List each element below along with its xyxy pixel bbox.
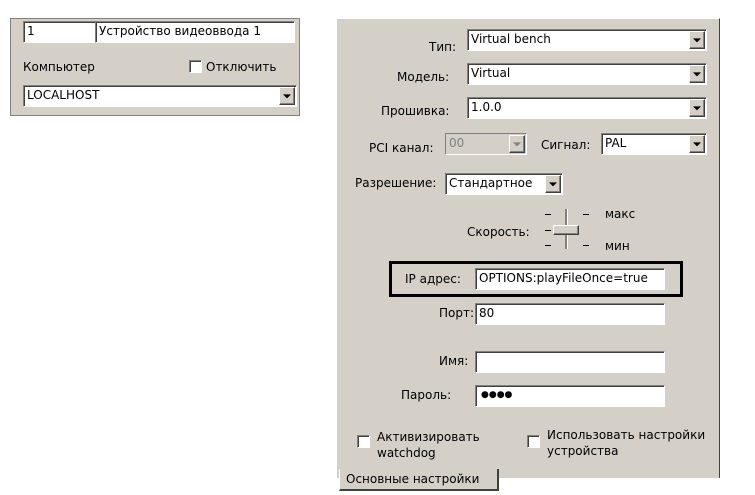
model-select[interactable]: Virtual: [467, 63, 707, 85]
chevron-down-icon: [693, 38, 701, 43]
speed-tick-bottom-right: [583, 245, 589, 246]
port-label: Порт:: [439, 306, 475, 320]
resolution-select-button[interactable]: [545, 175, 561, 193]
settings-panel: Тип: Virtual bench Модель: Virtual Проши…: [336, 18, 720, 491]
device-id-field[interactable]: 1: [23, 21, 99, 43]
disable-checkbox[interactable]: [189, 60, 202, 73]
speed-tick-top-right: [583, 214, 589, 215]
device-settings-label-1: Использовать настройки: [547, 428, 706, 442]
pci-select: 00: [445, 133, 527, 155]
tab-main-settings[interactable]: Основные настройки: [339, 469, 499, 491]
ip-label: IP адрес:: [405, 272, 461, 286]
speed-tick-bottom: [545, 245, 551, 246]
signal-select[interactable]: PAL: [601, 133, 707, 155]
speed-min-label: мин: [605, 239, 630, 253]
type-select[interactable]: Virtual bench: [467, 29, 707, 51]
model-label: Модель:: [397, 70, 450, 84]
signal-label: Сигнал:: [541, 138, 591, 152]
watchdog-label-2: watchdog: [377, 446, 436, 460]
computer-select[interactable]: LOCALHOST: [23, 85, 297, 107]
chevron-down-icon: [283, 94, 291, 99]
model-select-button[interactable]: [689, 65, 705, 83]
speed-tick-top: [545, 214, 551, 215]
chevron-down-icon: [693, 142, 701, 147]
firmware-select-button[interactable]: [689, 99, 705, 117]
password-label: Пароль:: [401, 388, 452, 402]
speed-slider[interactable]: [543, 205, 607, 253]
speed-label: Скорость:: [467, 225, 530, 239]
device-panel: 1 Устройство видеоввода 1 Компьютер Откл…: [10, 18, 300, 116]
computer-select-button[interactable]: [279, 87, 295, 105]
computer-select-value: LOCALHOST: [27, 88, 100, 102]
ip-address-value: OPTIONS:playFileOnce=true: [479, 271, 648, 285]
device-id-value: 1: [27, 24, 35, 38]
resolution-label: Разрешение:: [355, 176, 437, 190]
speed-max-label: макс: [605, 207, 636, 221]
password-field[interactable]: ●●●●: [475, 385, 665, 407]
computer-label: Компьютер: [23, 60, 95, 74]
signal-select-button[interactable]: [689, 135, 705, 153]
speed-slider-thumb[interactable]: [553, 225, 579, 235]
type-label: Тип:: [429, 40, 457, 54]
port-field[interactable]: 80: [475, 303, 665, 325]
chevron-down-icon: [693, 106, 701, 111]
disable-label: Отключить: [206, 60, 277, 74]
model-select-value: Virtual: [471, 66, 511, 80]
password-value: ●●●●: [481, 390, 513, 400]
ip-address-field[interactable]: OPTIONS:playFileOnce=true: [475, 268, 665, 290]
speed-tick-mid: [545, 230, 551, 231]
firmware-select[interactable]: 1.0.0: [467, 97, 707, 119]
watchdog-label-1: Активизировать: [377, 430, 480, 444]
chevron-down-icon: [549, 182, 557, 187]
pci-label: PCI канал:: [369, 141, 434, 155]
tab-main-settings-label: Основные настройки: [346, 472, 480, 486]
watchdog-checkbox[interactable]: [357, 435, 370, 448]
firmware-select-value: 1.0.0: [471, 100, 502, 114]
name-field[interactable]: [475, 351, 665, 373]
device-name-field[interactable]: Устройство видеоввода 1: [95, 21, 295, 43]
device-settings-checkbox[interactable]: [527, 435, 540, 448]
chevron-down-icon: [513, 142, 521, 147]
device-settings-label-2: устройства: [547, 444, 619, 458]
type-select-button[interactable]: [689, 31, 705, 49]
name-label: Имя:: [439, 354, 469, 368]
port-value: 80: [479, 306, 495, 320]
chevron-down-icon: [693, 72, 701, 77]
firmware-label: Прошивка:: [381, 104, 450, 118]
resolution-select[interactable]: Стандартное: [445, 173, 563, 195]
pci-select-button: [509, 135, 525, 153]
type-select-value: Virtual bench: [471, 32, 551, 46]
device-name-value: Устройство видеоввода 1: [99, 24, 261, 38]
